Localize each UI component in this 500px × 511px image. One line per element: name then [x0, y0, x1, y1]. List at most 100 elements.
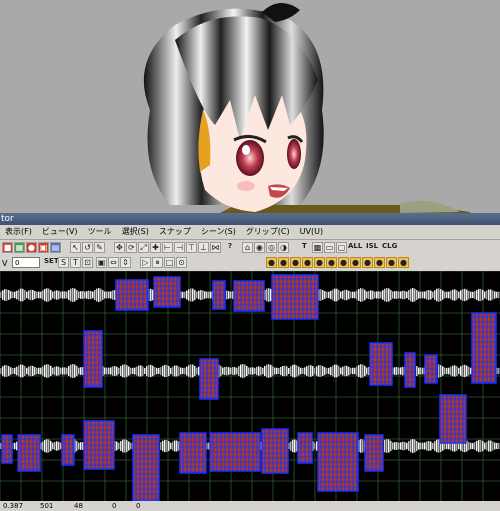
- set-button[interactable]: SET: [44, 257, 59, 268]
- uv-island[interactable]: [153, 276, 181, 308]
- uv-island[interactable]: [212, 280, 226, 310]
- scale-icon[interactable]: ⤢: [138, 242, 149, 253]
- pin-10-icon[interactable]: ●: [374, 257, 385, 268]
- uv-island[interactable]: [83, 420, 115, 470]
- uv-island[interactable]: [369, 342, 393, 386]
- uv-island[interactable]: [209, 432, 261, 472]
- uv-island[interactable]: [471, 312, 497, 384]
- uv-island[interactable]: [297, 432, 313, 464]
- view-3-icon[interactable]: ◑: [278, 242, 289, 253]
- edge-mode-icon[interactable]: ▭: [324, 242, 335, 253]
- strip-fiber: [62, 291, 64, 299]
- strip-fiber: [166, 364, 168, 378]
- text-tool-icon[interactable]: T: [70, 257, 81, 268]
- strip-fiber: [14, 442, 16, 450]
- uv-island[interactable]: [404, 352, 416, 388]
- pin-11-icon[interactable]: ●: [386, 257, 397, 268]
- stretch-icon[interactable]: ⇔: [108, 257, 119, 268]
- menu-uv[interactable]: UV(U): [295, 225, 328, 239]
- record-icon[interactable]: ●: [26, 242, 37, 253]
- transform-icon[interactable]: ⊡: [82, 257, 93, 268]
- v-value-field[interactable]: 0: [12, 257, 40, 268]
- strip-fiber: [20, 364, 22, 378]
- face-mode-icon[interactable]: ▢: [336, 242, 347, 253]
- uv-island[interactable]: [83, 330, 103, 388]
- snap-icon[interactable]: ✚: [150, 242, 161, 253]
- strip-fiber: [418, 442, 420, 450]
- align-left-icon[interactable]: ⊢: [162, 242, 173, 253]
- texture-toggle-button[interactable]: T: [302, 242, 307, 253]
- uv-island[interactable]: [424, 354, 438, 384]
- view-1-icon[interactable]: ◉: [254, 242, 265, 253]
- strip-fiber: [172, 441, 174, 451]
- pin-7-icon[interactable]: ●: [338, 257, 349, 268]
- uv-island[interactable]: [115, 279, 149, 311]
- pin-6-icon[interactable]: ●: [326, 257, 337, 268]
- lasso-icon[interactable]: ↺: [82, 242, 93, 253]
- loop-icon[interactable]: ⊙: [176, 257, 187, 268]
- view-2-icon[interactable]: ◎: [266, 242, 277, 253]
- 3d-viewport[interactable]: [0, 0, 500, 213]
- pin-8-icon[interactable]: ●: [350, 257, 361, 268]
- pin-9-icon[interactable]: ●: [362, 257, 373, 268]
- align-top-icon[interactable]: ⊤: [186, 242, 197, 253]
- pin-2-icon[interactable]: ●: [278, 257, 289, 268]
- menu-tool[interactable]: ツール: [83, 225, 117, 239]
- strip-fiber: [132, 367, 134, 375]
- strip-fiber: [494, 442, 496, 450]
- uv-canvas[interactable]: [0, 271, 500, 501]
- uv-island[interactable]: [199, 358, 219, 400]
- layers-icon[interactable]: ▤: [50, 242, 61, 253]
- lock-icon[interactable]: ⌂: [242, 242, 253, 253]
- rotate-icon[interactable]: ⟳: [126, 242, 137, 253]
- menu-scene[interactable]: シーン(S): [196, 225, 241, 239]
- move-icon[interactable]: ✥: [114, 242, 125, 253]
- pin-5-icon[interactable]: ●: [314, 257, 325, 268]
- uv-island[interactable]: [439, 394, 467, 444]
- stop-icon[interactable]: □: [164, 257, 175, 268]
- uv-island[interactable]: [317, 432, 359, 492]
- uv-island[interactable]: [179, 432, 207, 474]
- uv-island[interactable]: [271, 274, 319, 320]
- grid-icon[interactable]: ▦: [14, 242, 25, 253]
- menu-snap[interactable]: スナップ: [154, 225, 196, 239]
- paint-select-icon[interactable]: ✎: [94, 242, 105, 253]
- select-arrow-icon[interactable]: ↖: [70, 242, 81, 253]
- clg-button[interactable]: CLG: [382, 242, 397, 253]
- pin-1-icon[interactable]: ●: [266, 257, 277, 268]
- scale-s-icon[interactable]: S: [58, 257, 69, 268]
- strip-fiber: [402, 366, 404, 376]
- weld-icon[interactable]: ⋈: [210, 242, 221, 253]
- menu-view[interactable]: ビュー(V): [37, 225, 83, 239]
- uv-island[interactable]: [132, 434, 160, 501]
- isl-button[interactable]: ISL: [366, 242, 378, 253]
- checker-icon[interactable]: ▩: [312, 242, 323, 253]
- frame-icon[interactable]: ▣: [96, 257, 107, 268]
- image-icon[interactable]: ▣: [38, 242, 49, 253]
- strip-fiber: [48, 364, 50, 378]
- editor-titlebar[interactable]: tor: [0, 213, 500, 225]
- help-button[interactable]: ?: [228, 242, 232, 253]
- uv-island[interactable]: [364, 434, 384, 472]
- play-icon[interactable]: ▷: [140, 257, 151, 268]
- uv-island[interactable]: [17, 434, 41, 472]
- menu-grip[interactable]: グリップ(C): [241, 225, 295, 239]
- pin-12-icon[interactable]: ●: [398, 257, 409, 268]
- strip-fiber: [56, 366, 58, 376]
- menu-file[interactable]: 表示(F): [0, 225, 37, 239]
- align-right-icon[interactable]: ⊣: [174, 242, 185, 253]
- align-bottom-icon[interactable]: ⊥: [198, 242, 209, 253]
- uv-island[interactable]: [233, 280, 265, 312]
- pin-3-icon[interactable]: ●: [290, 257, 301, 268]
- pause-icon[interactable]: ⏸: [152, 257, 163, 268]
- all-button[interactable]: ALL: [348, 242, 362, 253]
- strip-fiber: [24, 366, 26, 376]
- color-swatch-icon[interactable]: ■: [2, 242, 13, 253]
- pin-4-icon[interactable]: ●: [302, 257, 313, 268]
- menu-select[interactable]: 選択(S): [117, 225, 154, 239]
- uv-island[interactable]: [61, 434, 75, 466]
- strip-fiber: [186, 290, 188, 300]
- uv-island[interactable]: [261, 428, 289, 474]
- uv-island[interactable]: [1, 434, 13, 464]
- flip-icon[interactable]: ⇕: [120, 257, 131, 268]
